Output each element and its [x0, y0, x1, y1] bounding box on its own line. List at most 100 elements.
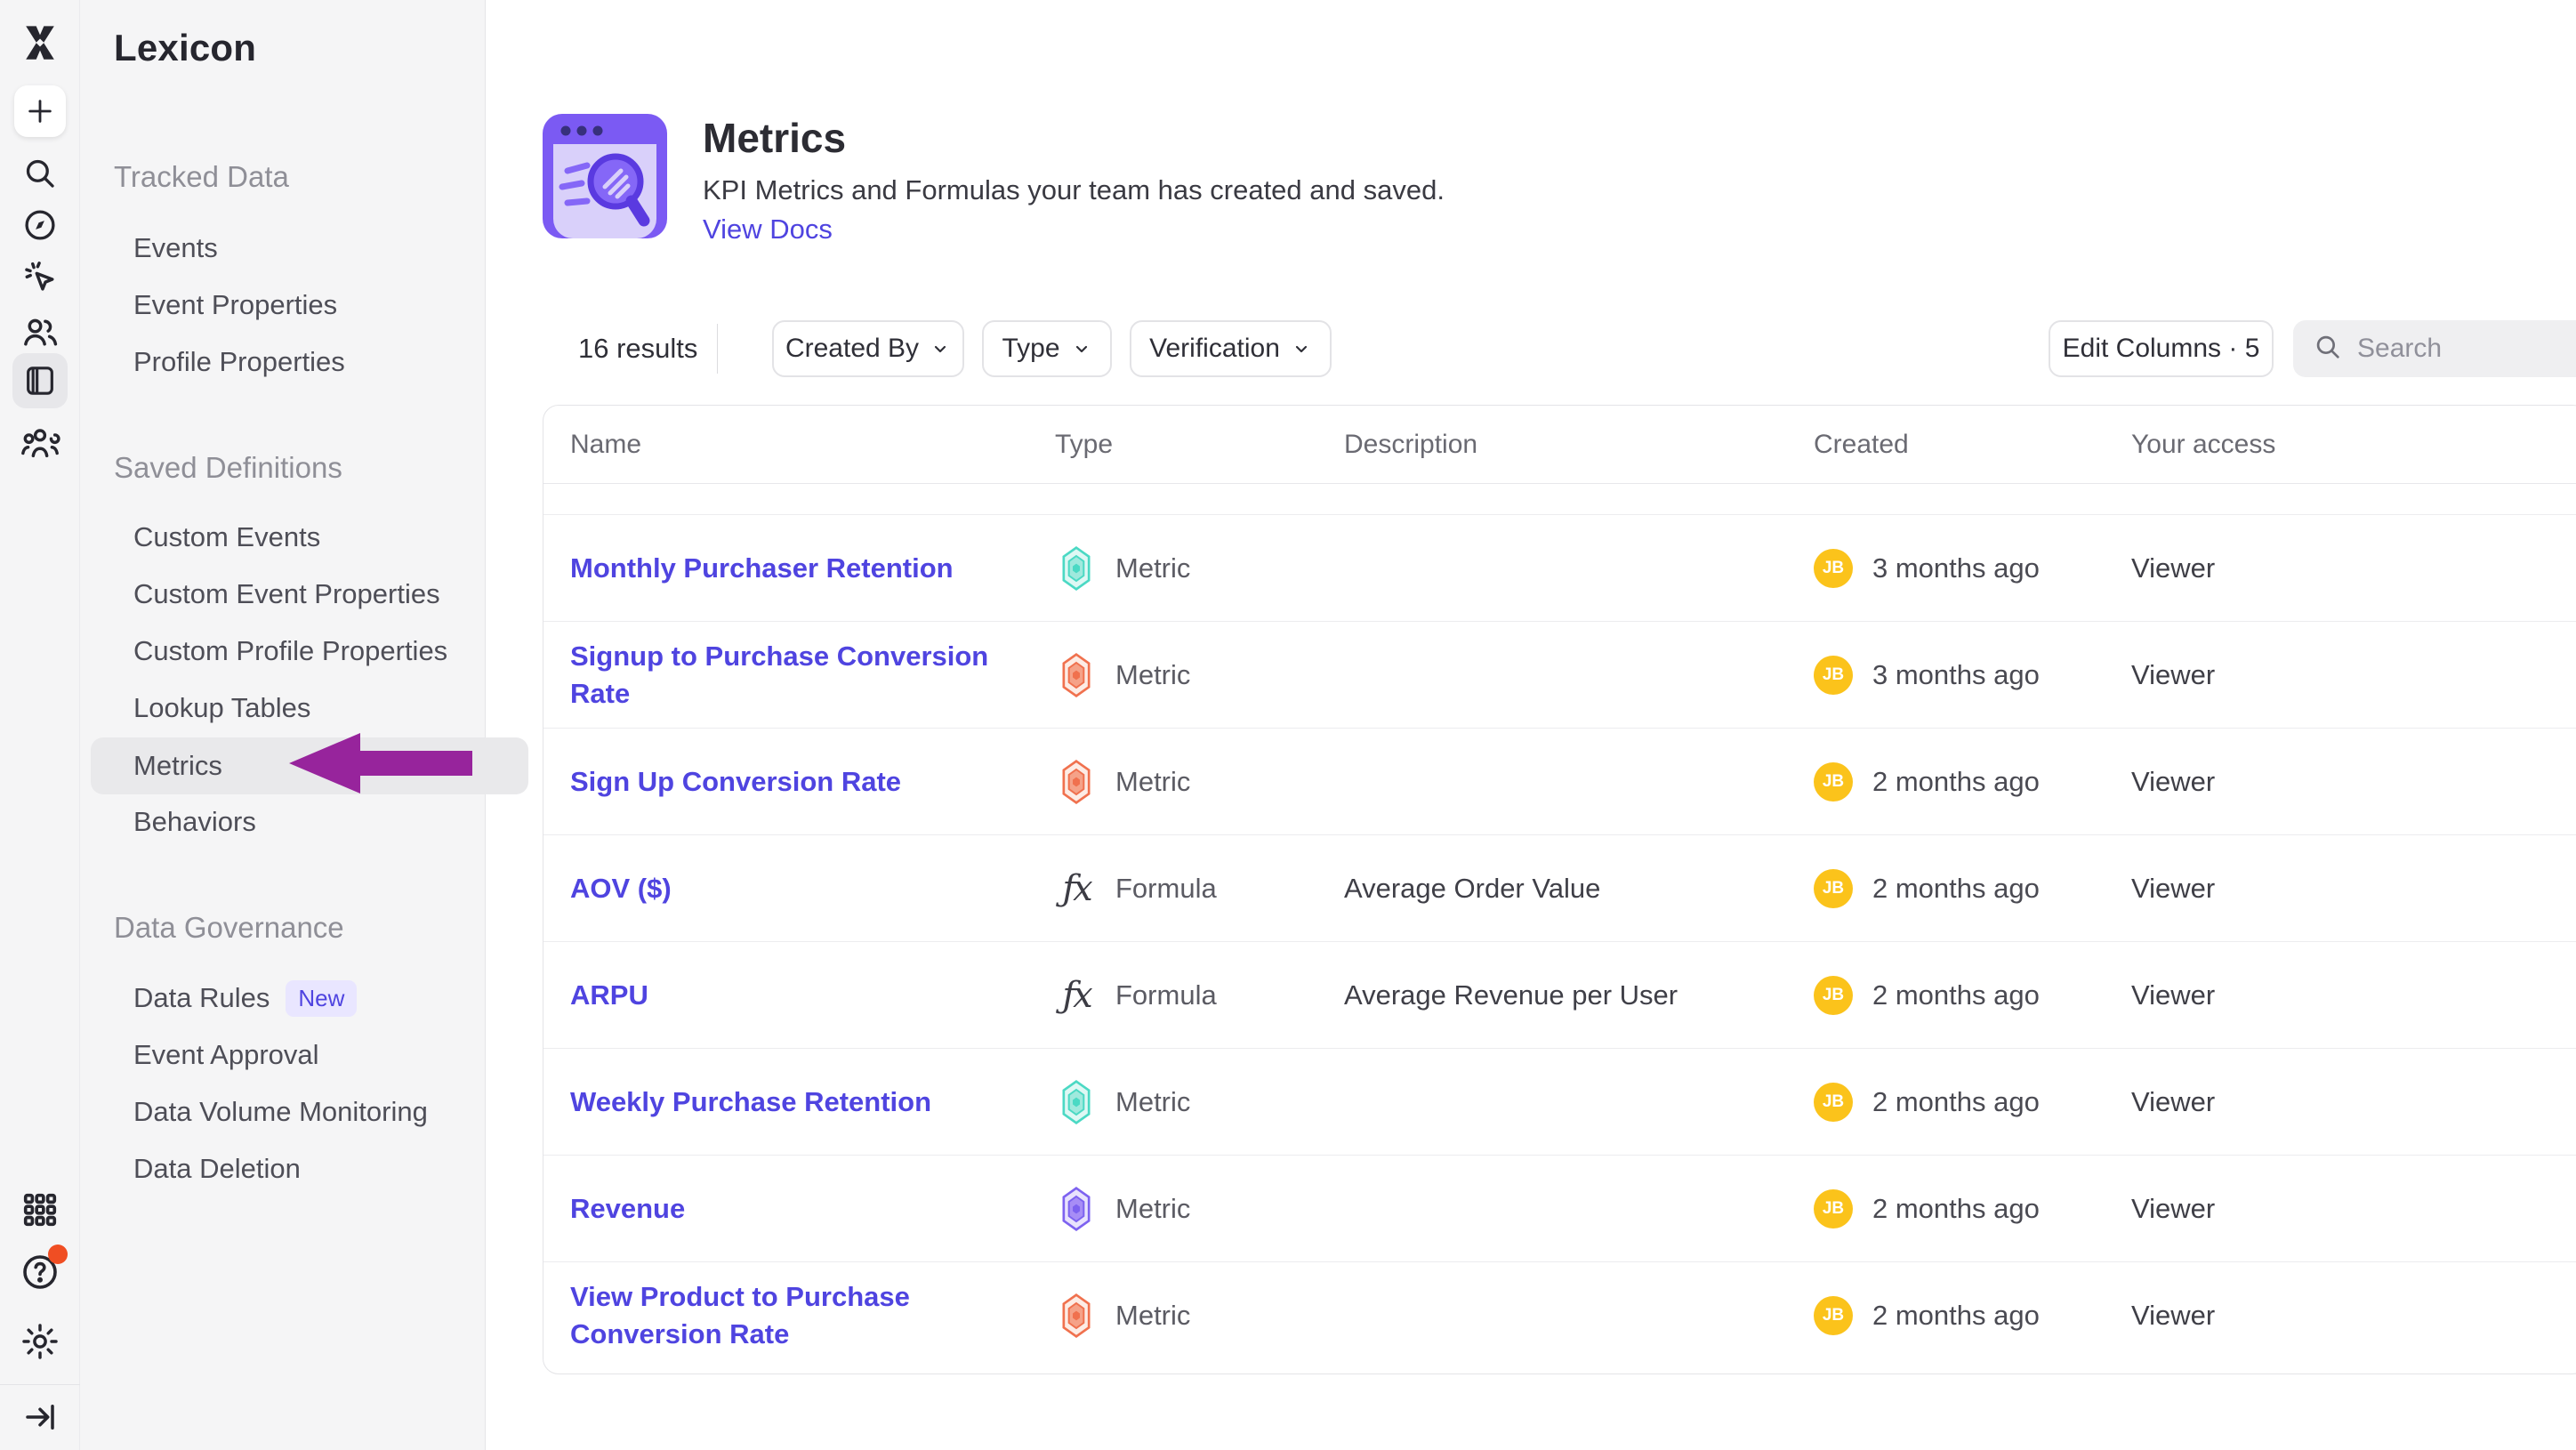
metric-type-icon [1055, 760, 1098, 804]
search-input[interactable] [2357, 334, 2571, 364]
avatar: JB [1814, 976, 1853, 1015]
access-cell: Viewer [2131, 979, 2576, 1011]
metric-name-link[interactable]: ARPU [570, 977, 648, 1014]
edit-columns-button[interactable]: Edit Columns · 5 [2049, 320, 2274, 377]
filter-verification[interactable]: Verification [1130, 320, 1332, 377]
sidebar-item-custom-events[interactable]: Custom Events [80, 509, 486, 566]
column-header-created: Created [1814, 430, 2131, 460]
chevron-down-icon [1071, 338, 1092, 359]
metric-name-link[interactable]: View Product to Purchase Conversion Rate [570, 1278, 1055, 1353]
apps-grid-icon[interactable] [0, 1187, 80, 1233]
table-row[interactable]: AOV ($) ƒx Formula Average Order Value J… [543, 835, 2576, 942]
rail-divider [0, 1384, 80, 1385]
sidebar-item-behaviors[interactable]: Behaviors [80, 793, 486, 850]
users-icon[interactable] [0, 311, 80, 352]
table-row[interactable]: Monthly Purchaser Retention Metric JB 3 … [543, 515, 2576, 622]
table-body: Monthly Purchaser Retention Metric JB 3 … [543, 515, 2576, 1369]
settings-gear-icon[interactable] [0, 1318, 80, 1365]
table-row[interactable]: Revenue Metric JB 2 months ago Viewer [543, 1156, 2576, 1262]
metric-name-link[interactable]: Signup to Purchase Conversion Rate [570, 638, 1055, 713]
section-tracked-data: Tracked Data [114, 149, 289, 205]
scrolled-row-sliver [543, 484, 2576, 515]
table-row[interactable]: Signup to Purchase Conversion Rate Metri… [543, 622, 2576, 729]
column-header-description: Description [1344, 430, 1814, 460]
mixpanel-logo-icon[interactable] [0, 20, 80, 66]
avatar: JB [1814, 549, 1853, 588]
column-header-type: Type [1055, 430, 1344, 460]
column-header-your-access: Your access [2131, 430, 2576, 460]
type-label: Formula [1115, 979, 1217, 1011]
collapse-panel-icon[interactable] [0, 1395, 80, 1439]
main-title: Metrics [703, 114, 846, 162]
metric-name-link[interactable]: Revenue [570, 1190, 685, 1228]
filter-created-by[interactable]: Created By [772, 320, 964, 377]
created-time: 2 months ago [1872, 1193, 2040, 1225]
access-cell: Viewer [2131, 1193, 2576, 1225]
metric-type-icon: ƒx [1055, 868, 1098, 909]
table-row[interactable]: Sign Up Conversion Rate Metric JB 2 mont… [543, 729, 2576, 835]
type-label: Metric [1115, 552, 1190, 584]
cursor-click-icon[interactable] [0, 257, 80, 298]
sidebar-item-data-rules[interactable]: Data Rules New [80, 970, 486, 1027]
avatar: JB [1814, 869, 1853, 908]
view-docs-link[interactable]: View Docs [703, 213, 833, 246]
main-content: Metrics KPI Metrics and Formulas your te… [486, 0, 2576, 1450]
new-badge: New [286, 980, 357, 1017]
type-label: Formula [1115, 873, 1217, 905]
created-time: 2 months ago [1872, 766, 2040, 798]
icon-rail [0, 0, 80, 1450]
metric-name-link[interactable]: Sign Up Conversion Rate [570, 763, 901, 801]
sidebar-item-metrics[interactable]: Metrics [91, 737, 528, 794]
sidebar-item-custom-profile-properties[interactable]: Custom Profile Properties [80, 623, 486, 680]
metric-name-link[interactable]: Monthly Purchaser Retention [570, 550, 954, 587]
metric-name-link[interactable]: Weekly Purchase Retention [570, 1083, 931, 1121]
section-data-governance: Data Governance [114, 899, 344, 956]
access-cell: Viewer [2131, 1300, 2576, 1332]
type-label: Metric [1115, 1193, 1190, 1225]
avatar: JB [1814, 762, 1853, 802]
community-icon[interactable] [0, 421, 80, 463]
type-label: Metric [1115, 659, 1190, 691]
filter-type[interactable]: Type [982, 320, 1112, 377]
metric-type-icon [1055, 1187, 1098, 1231]
created-time: 2 months ago [1872, 1086, 2040, 1118]
created-time: 2 months ago [1872, 1300, 2040, 1332]
table-search [2293, 320, 2576, 377]
sidebar-item-event-properties[interactable]: Event Properties [80, 277, 486, 334]
access-cell: Viewer [2131, 1086, 2576, 1118]
sidebar-item-events[interactable]: Events [80, 220, 486, 277]
sidebar-item-profile-properties[interactable]: Profile Properties [80, 334, 486, 391]
sidebar-item-data-deletion[interactable]: Data Deletion [80, 1140, 486, 1197]
compass-icon[interactable] [0, 205, 80, 246]
chevron-down-icon [930, 338, 951, 359]
column-header-name: Name [543, 430, 1055, 460]
notification-dot [48, 1245, 68, 1264]
access-cell: Viewer [2131, 873, 2576, 905]
new-report-button[interactable] [0, 85, 80, 137]
description-cell: Average Order Value [1344, 873, 1814, 905]
description-cell: Average Revenue per User [1344, 979, 1814, 1011]
created-time: 3 months ago [1872, 659, 2040, 691]
sidebar-item-custom-event-properties[interactable]: Custom Event Properties [80, 566, 486, 623]
table-row[interactable]: View Product to Purchase Conversion Rate… [543, 1262, 2576, 1369]
metric-name-link[interactable]: AOV ($) [570, 870, 672, 907]
access-cell: Viewer [2131, 552, 2576, 584]
sidebar-item-lookup-tables[interactable]: Lookup Tables [80, 680, 486, 737]
table-row[interactable]: ARPU ƒx Formula Average Revenue per User… [543, 942, 2576, 1049]
sidebar-item-event-approval[interactable]: Event Approval [80, 1027, 486, 1083]
avatar: JB [1814, 1296, 1853, 1335]
avatar: JB [1814, 1083, 1853, 1122]
avatar: JB [1814, 1189, 1853, 1228]
search-icon[interactable] [0, 153, 80, 194]
help-button[interactable] [0, 1249, 80, 1295]
table-row[interactable]: Weekly Purchase Retention Metric JB 2 mo… [543, 1049, 2576, 1156]
sidebar-item-data-volume-monitoring[interactable]: Data Volume Monitoring [80, 1083, 486, 1140]
toolbar-divider [717, 324, 718, 374]
section-saved-definitions: Saved Definitions [114, 439, 342, 496]
metric-type-icon [1055, 653, 1098, 697]
avatar: JB [1814, 656, 1853, 695]
lexicon-nav-active[interactable] [0, 353, 80, 408]
access-cell: Viewer [2131, 766, 2576, 798]
type-label: Metric [1115, 1300, 1190, 1332]
metric-type-icon [1055, 546, 1098, 591]
